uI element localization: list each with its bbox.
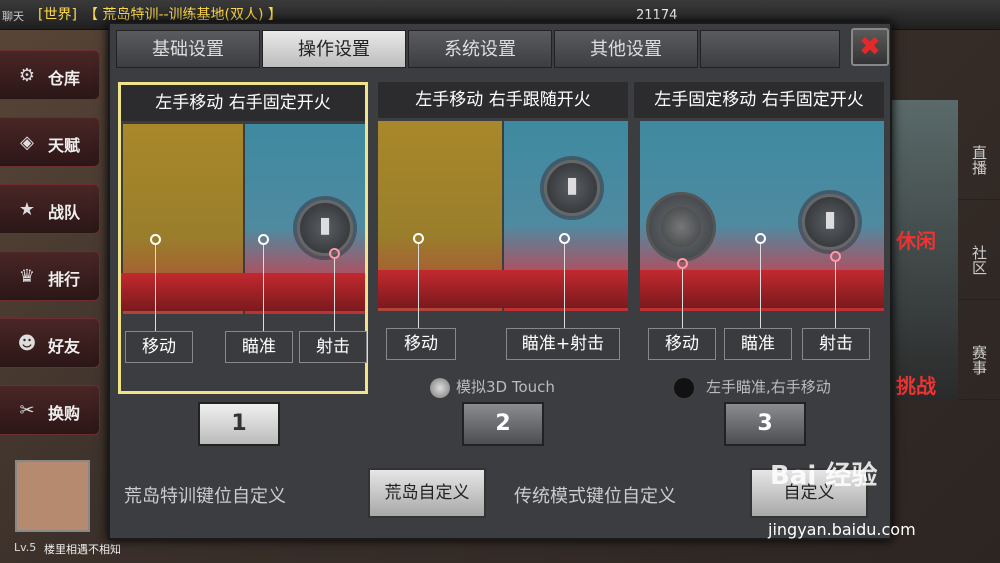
scheme-3-button[interactable]: 3 (724, 402, 806, 446)
menu-label: 战队 (48, 203, 81, 222)
fire-strip (121, 273, 365, 311)
menu-label: 排行 (48, 270, 81, 289)
close-button[interactable]: ✖ (851, 28, 889, 66)
friends-icon: ☻ (17, 333, 37, 354)
warehouse-icon: ⚙ (18, 65, 36, 86)
settings-tabs: 基础设置 操作设置 系统设置 其他设置 (116, 30, 846, 70)
joystick-icon (646, 192, 716, 262)
ranking-icon: ♛ (18, 266, 36, 287)
tab-control-settings[interactable]: 操作设置 (262, 30, 406, 68)
chat-message: 【 荒岛特训--训练基地(双人) 】 (84, 7, 282, 23)
chat-label[interactable]: 聊天 (2, 8, 24, 24)
aim-pointer-line (760, 244, 761, 328)
panel-title: 左手移动 右手跟随开火 (378, 82, 628, 118)
fire-label: 射击 (299, 331, 367, 363)
aim-pointer-line (263, 245, 264, 331)
sidebar-item-community[interactable]: 社区 (958, 200, 1000, 300)
swap-hands-radio[interactable] (674, 378, 694, 398)
menu-label: 仓库 (48, 69, 81, 88)
island-custom-button[interactable]: 荒岛自定义 (368, 468, 486, 518)
baidu-watermark: Bai 经验 (770, 461, 878, 491)
fire-strip (378, 270, 628, 308)
menu-label: 好友 (48, 337, 81, 356)
control-scheme-2[interactable]: 左手移动 右手跟随开火 ▮ 移动 瞄准+射击 模拟3D Touch (378, 82, 628, 398)
menu-warehouse-button[interactable]: ⚙ 仓库 (0, 50, 100, 100)
sidebar-item-events[interactable]: 赛事 (958, 300, 1000, 400)
tab-empty (700, 30, 840, 68)
menu-exchange-button[interactable]: ✂ 换购 (0, 385, 100, 435)
tab-basic-settings[interactable]: 基础设置 (116, 30, 260, 68)
move-label: 移动 (125, 331, 193, 363)
control-scheme-1[interactable]: 左手移动 右手固定开火 ▮ 移动 瞄准 射击 (118, 82, 368, 394)
fire-button-icon: ▮ (544, 160, 600, 216)
3d-touch-radio[interactable] (430, 378, 450, 398)
close-icon: ✖ (859, 32, 881, 62)
panel-title: 左手移动 右手固定开火 (121, 85, 365, 121)
move-touch-point (150, 234, 161, 245)
player-level: Lv.5 (14, 541, 37, 554)
exchange-icon: ✂ (19, 400, 35, 421)
classic-custom-label: 传统模式键位自定义 (514, 486, 676, 507)
island-custom-label: 荒岛特训键位自定义 (124, 486, 286, 507)
watermark-url: jingyan.baidu.com (768, 520, 916, 539)
aim-touch-point (559, 233, 570, 244)
coin-balance: 21174 (636, 8, 678, 23)
panel-title: 左手固定移动 右手固定开火 (634, 82, 884, 118)
control-scheme-3[interactable]: 左手固定移动 右手固定开火 ▮ 移动 瞄准 射击 左手瞄准,右手移动 (634, 82, 884, 398)
menu-label: 换购 (48, 404, 81, 423)
scheme-1-button[interactable]: 1 (198, 402, 280, 446)
left-menu: ⚙ 仓库 ◈ 天赋 ★ 战队 ♛ 排行 ☻ 好友 ✂ 换购 (0, 50, 105, 452)
sidebar-item-live[interactable]: 直播 (958, 100, 1000, 200)
move-pointer-line (682, 269, 683, 328)
team-icon: ★ (18, 199, 36, 220)
fire-pointer-line (334, 259, 335, 331)
fire-touch-point (830, 251, 841, 262)
move-pointer-line (418, 244, 419, 328)
3d-touch-option-label: 模拟3D Touch (456, 378, 555, 396)
fire-strip (640, 270, 884, 308)
talent-icon: ◈ (20, 132, 34, 153)
swap-hands-option-label: 左手瞄准,右手移动 (706, 378, 831, 396)
menu-friends-button[interactable]: ☻ 好友 (0, 318, 100, 368)
fire-button-icon: ▮ (802, 194, 858, 250)
menu-talent-button[interactable]: ◈ 天赋 (0, 117, 100, 167)
move-touch-point (413, 233, 424, 244)
menu-ranking-button[interactable]: ♛ 排行 (0, 251, 100, 301)
menu-label: 天赋 (48, 136, 81, 155)
avatar[interactable] (15, 460, 90, 532)
aim-label: 瞄准 (724, 328, 792, 360)
aim-touch-point (258, 234, 269, 245)
fire-button-icon: ▮ (297, 200, 353, 256)
aim-label: 瞄准 (225, 331, 293, 363)
scheme-2-button[interactable]: 2 (462, 402, 544, 446)
aim-fire-label: 瞄准+射击 (506, 328, 620, 360)
right-sidebar: 直播 社区 赛事 (958, 100, 1000, 400)
fire-label: 射击 (802, 328, 870, 360)
chat-channel: [世界] (38, 7, 77, 23)
move-touch-point (677, 258, 688, 269)
joystick-knob (661, 207, 701, 247)
fire-pointer-line (835, 262, 836, 328)
move-label: 移动 (386, 328, 456, 360)
aim-pointer-line (564, 244, 565, 328)
promo-challenge-label[interactable]: 挑战 (896, 370, 936, 399)
tab-system-settings[interactable]: 系统设置 (408, 30, 552, 68)
menu-team-button[interactable]: ★ 战队 (0, 184, 100, 234)
player-name: 楼里相遇不相知 (44, 543, 121, 556)
tab-other-settings[interactable]: 其他设置 (554, 30, 698, 68)
move-label: 移动 (648, 328, 716, 360)
move-pointer-line (155, 245, 156, 331)
fire-touch-point (329, 248, 340, 259)
aim-touch-point (755, 233, 766, 244)
promo-casual-label[interactable]: 休闲 (896, 225, 936, 254)
